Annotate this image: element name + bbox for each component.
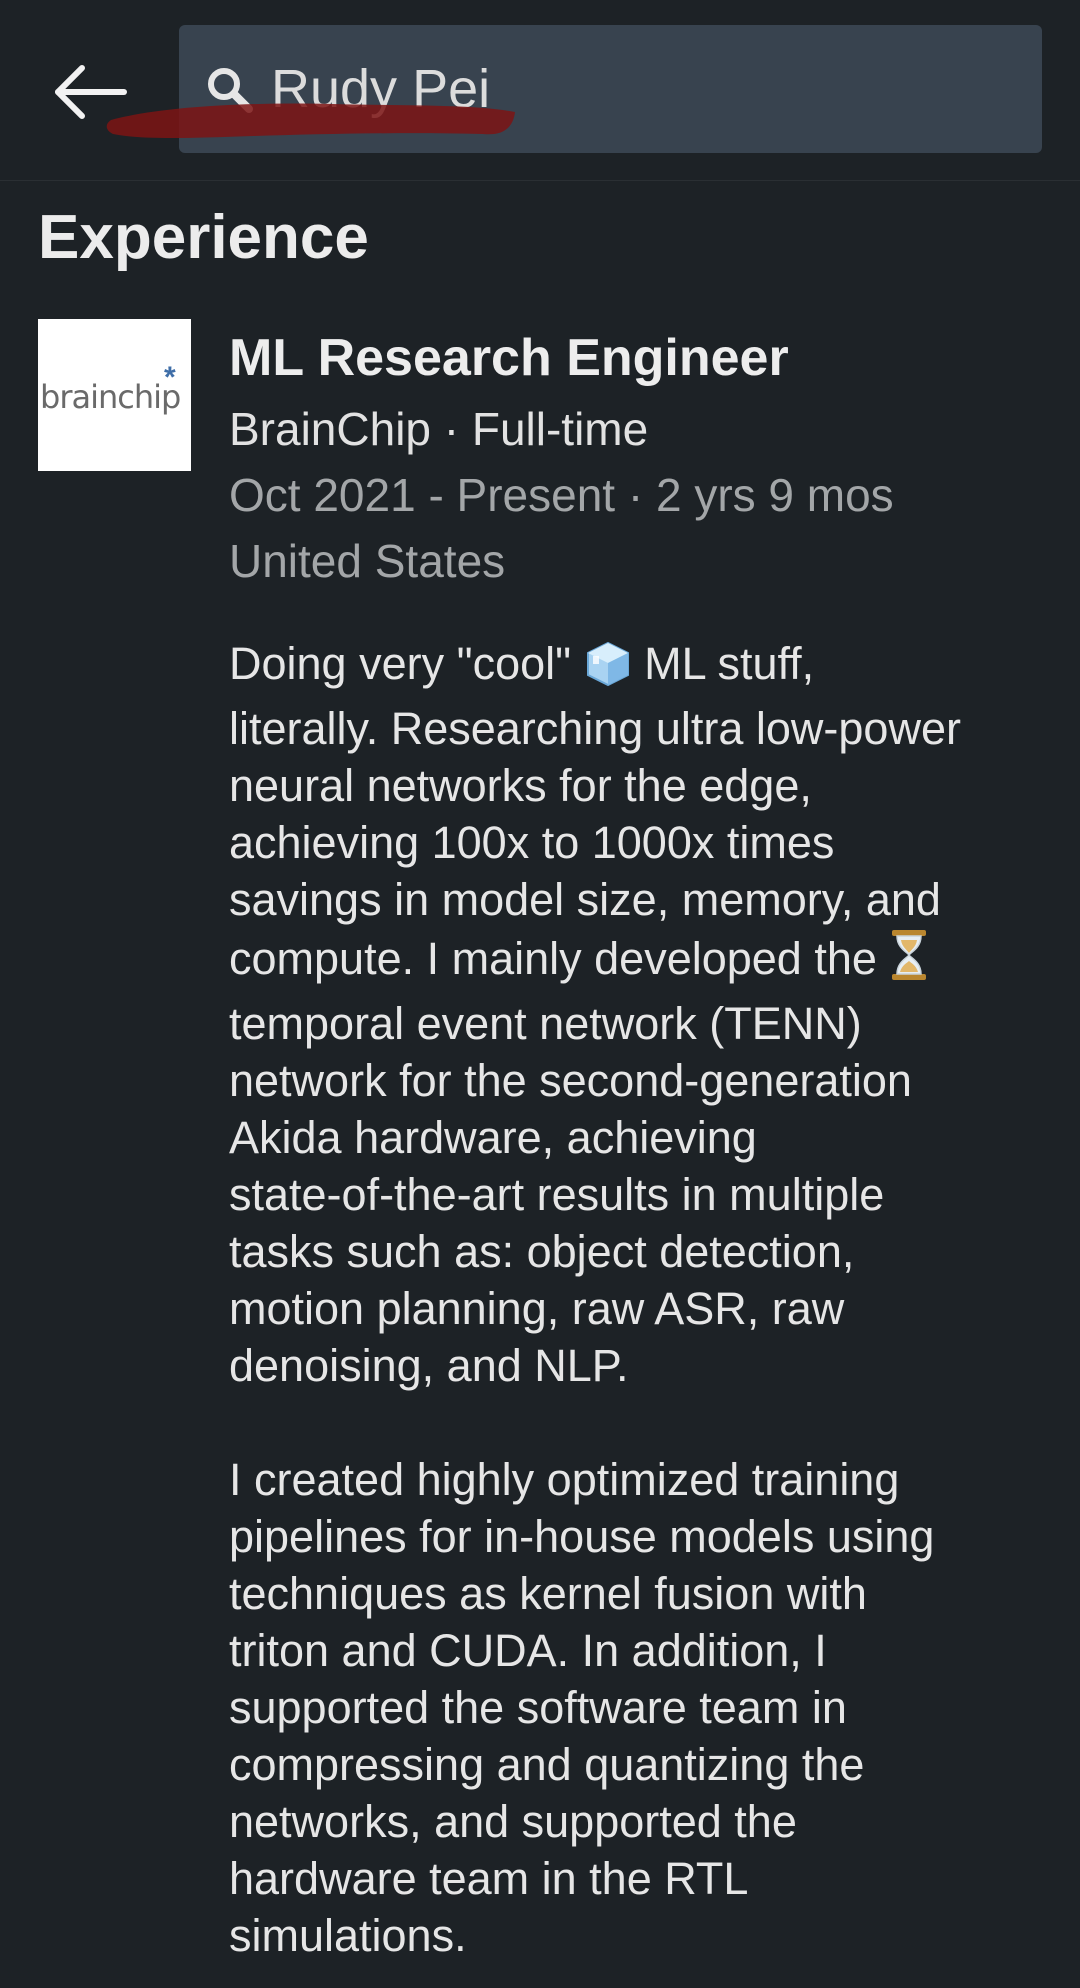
dates-line: Oct 2021 - Present · 2 yrs 9 mos [229, 469, 894, 521]
section-title-experience: Experience [38, 203, 369, 272]
description-line: achieving 100x to 1000x times [229, 817, 835, 868]
hourglass-icon [889, 928, 929, 995]
description-line: triton and CUDA. In addition, I [229, 1625, 827, 1676]
search-query-text: Rudy Pei [271, 59, 491, 119]
description-line: Akida hardware, achieving [229, 1112, 757, 1163]
description-line: supported the software team in [229, 1682, 847, 1733]
description-line: compute. I mainly developed the [229, 928, 1049, 995]
description-line: networks, and supported the [229, 1796, 797, 1847]
company-logo[interactable]: brainchip * [38, 319, 191, 471]
ice-cube-icon [584, 639, 632, 700]
search-icon [208, 68, 253, 113]
description-line: simulations. [229, 1910, 467, 1961]
description-line: literally. Researching ultra low-power [229, 703, 961, 754]
job-title[interactable]: ML Research Engineer [229, 326, 1049, 390]
description-line: network for the second-generation [229, 1055, 912, 1106]
description-line: techniques as kernel fusion with [229, 1568, 867, 1619]
search-input[interactable]: Rudy Pei [179, 25, 1042, 153]
logo-star-mark: * [164, 361, 176, 394]
description-line: savings in model size, memory, and [229, 874, 941, 925]
description-line: state-of-the-art results in multiple [229, 1169, 885, 1220]
description-line: temporal event network (TENN) [229, 998, 862, 1049]
arrow-left-icon [55, 65, 127, 119]
description-line: denoising, and NLP. [229, 1340, 629, 1391]
description-line: motion planning, raw ASR, raw [229, 1283, 845, 1334]
top-bar: Rudy Pei [0, 0, 1080, 181]
description-paragraph-2: I created highly optimized training pipe… [229, 1451, 1049, 1964]
back-button[interactable] [40, 44, 136, 140]
description-line: I created highly optimized training [229, 1454, 900, 1505]
description-line: tasks such as: object detection, [229, 1226, 855, 1277]
description-line: neural networks for the edge, [229, 760, 812, 811]
logo-wordmark: brainchip [40, 378, 181, 416]
company-line: BrainChip · Full-time [229, 403, 649, 455]
location-line: United States [229, 535, 506, 587]
description-line: hardware team in the RTL [229, 1853, 749, 1904]
description-paragraph-1: Doing very "cool" ML stuff, literally. R… [229, 635, 1049, 1394]
description-line: pipelines for in-house models using [229, 1511, 935, 1562]
description-line: compressing and quantizing the [229, 1739, 865, 1790]
description-line: Doing very "cool" ML stuff, [229, 635, 1049, 700]
job-description: Doing very "cool" ML stuff, literally. R… [229, 635, 1049, 1964]
